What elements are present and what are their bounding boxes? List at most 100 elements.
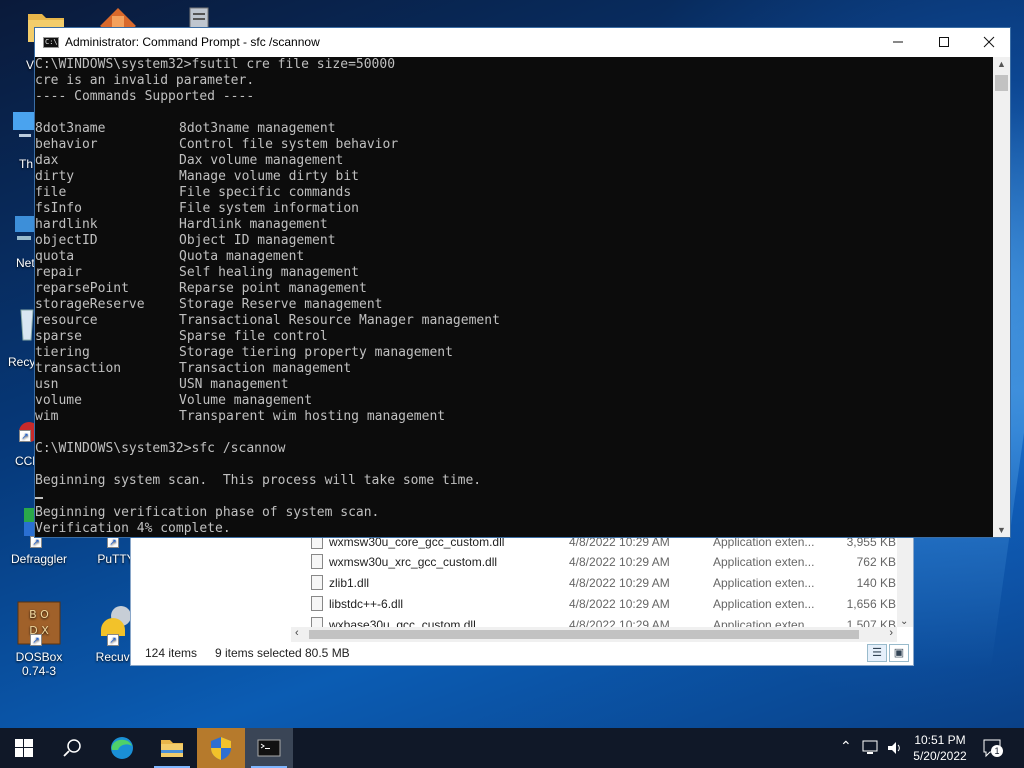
scroll-right-arrow-icon[interactable]: ›	[889, 627, 893, 639]
taskbar-edge[interactable]	[98, 728, 146, 768]
dll-file-icon	[311, 554, 323, 569]
file-row[interactable]: wxmsw30u_xrc_gcc_custom.dll 4/8/2022 10:…	[131, 551, 896, 572]
details-view-button[interactable]: ☰	[867, 644, 887, 662]
taskbar: ⌃ 10:51 PM 5/20/2022 1	[0, 728, 1024, 768]
file-date: 4/8/2022 10:29 AM	[569, 576, 670, 590]
command-name: volume	[35, 393, 82, 408]
file-name: zlib1.dll	[329, 576, 370, 590]
clock-time: 10:51 PM	[914, 733, 966, 747]
network-icon[interactable]	[862, 740, 880, 756]
command-desc: Transactional Resource Manager managemen…	[179, 313, 500, 328]
file-row[interactable]: zlib1.dll 4/8/2022 10:29 AM Application …	[131, 572, 896, 593]
window-titlebar[interactable]: C:\ Administrator: Command Prompt - sfc …	[35, 28, 1010, 57]
file-row[interactable]: wxbase30u_gcc_custom.dll 4/8/2022 10:29 …	[131, 614, 896, 627]
command-desc: USN management	[179, 377, 289, 392]
scroll-up-arrow-icon[interactable]: ▲	[993, 59, 1010, 69]
shortcut-arrow-icon: ↗	[19, 430, 31, 442]
command-row: transaction Transaction management	[35, 361, 351, 377]
horizontal-scroll-thumb[interactable]	[309, 630, 859, 639]
command-name: repair	[35, 265, 82, 280]
command-name: hardlink	[35, 217, 98, 232]
command-name: tiering	[35, 345, 90, 360]
maximize-icon	[939, 37, 949, 47]
command-row: objectID Object ID management	[35, 233, 336, 249]
console-icon: C:\	[43, 37, 59, 48]
desktop-label-dosbox: DOSBox 0.74-3	[15, 650, 63, 678]
volume-icon[interactable]	[886, 740, 904, 756]
close-icon	[983, 36, 995, 48]
system-tray: ⌃	[836, 728, 906, 768]
command-row: tiering Storage tiering property manageme…	[35, 345, 453, 361]
taskbar-command-prompt[interactable]	[245, 728, 293, 768]
explorer-status-bar: 124 items 9 items selected 80.5 MB	[131, 641, 913, 665]
windows-logo-icon	[15, 739, 33, 757]
dll-file-icon	[311, 575, 323, 590]
command-row: repair Self healing management	[35, 265, 359, 281]
scroll-left-arrow-icon[interactable]: ‹	[295, 627, 299, 639]
command-name: resource	[35, 313, 98, 328]
command-prompt-window[interactable]: C:\ Administrator: Command Prompt - sfc …	[34, 27, 1011, 538]
command-name: quota	[35, 249, 75, 264]
selection-size: 80.5 MB	[305, 646, 350, 660]
taskbar-clock[interactable]: 10:51 PM 5/20/2022	[908, 732, 972, 764]
start-button[interactable]	[0, 728, 48, 768]
file-size: 140 KB	[856, 576, 896, 590]
desktop-label-partial-5[interactable]: CCl	[15, 454, 35, 468]
minimize-icon	[893, 41, 903, 43]
command-desc: File system information	[179, 201, 360, 216]
file-row[interactable]: libstdc++-6.dll 4/8/2022 10:29 AM Applic…	[131, 593, 896, 614]
file-name: wxbase30u_gcc_custom.dll	[329, 618, 476, 627]
console-icon	[257, 739, 281, 757]
window-title: Administrator: Command Prompt - sfc /sca…	[65, 35, 320, 49]
console-scroll-thumb[interactable]	[995, 75, 1008, 91]
command-desc: Transaction management	[179, 361, 352, 376]
notification-badge: 1	[991, 745, 1003, 757]
command-name: usn	[35, 377, 59, 392]
command-name: file	[35, 185, 67, 200]
svg-text:B O: B O	[29, 608, 49, 621]
console-output[interactable]: C:\WINDOWS\system32>fsutil cre file size…	[35, 57, 993, 537]
taskbar-security-app[interactable]	[197, 728, 245, 768]
scroll-down-arrow-icon[interactable]: ⌄	[900, 616, 908, 627]
console-line: Beginning verification phase of system s…	[35, 505, 380, 520]
file-size: 1,656 KB	[846, 597, 896, 611]
taskbar-file-explorer[interactable]	[148, 728, 196, 768]
maximize-button[interactable]	[921, 28, 967, 57]
command-row: hardlink Hardlink management	[35, 217, 328, 233]
command-name: reparsePoint	[35, 281, 129, 296]
command-row: reparsePoint Reparse point management	[35, 281, 367, 297]
command-name: objectID	[35, 233, 98, 248]
clock-date: 5/20/2022	[913, 749, 967, 763]
desktop-label-partial-3[interactable]: Net	[16, 256, 35, 270]
file-explorer-window[interactable]: wxmsw30u_core_gcc_custom.dll 4/8/2022 10…	[130, 530, 914, 666]
command-name: fsInfo	[35, 201, 82, 216]
dll-file-icon	[311, 617, 323, 627]
console-line: cre is an invalid parameter.	[35, 73, 255, 88]
desktop-label-partial-4[interactable]: Recy	[8, 355, 35, 369]
explorer-vertical-scrollbar[interactable]: ⌄	[897, 531, 913, 627]
file-size: 1,507 KB	[846, 618, 896, 627]
explorer-horizontal-scrollbar[interactable]: ‹ ›	[291, 627, 897, 642]
command-desc: Quota management	[179, 249, 305, 264]
command-row: fsInfo File system information	[35, 201, 359, 217]
scroll-down-arrow-icon[interactable]: ▼	[993, 525, 1010, 535]
minimize-button[interactable]	[875, 28, 921, 57]
search-button[interactable]	[48, 728, 96, 768]
command-desc: 8dot3name management	[179, 121, 336, 136]
console-progress-line: Verification 4% complete.	[35, 521, 231, 536]
notification-center-button[interactable]: 1	[982, 738, 1004, 758]
chevron-up-icon[interactable]: ⌃	[840, 738, 852, 755]
command-desc: Self healing management	[179, 265, 360, 280]
console-scrollbar[interactable]: ▲ ▼	[993, 57, 1010, 537]
desktop-label-partial-2[interactable]: Th	[19, 157, 33, 171]
close-button[interactable]	[966, 28, 1012, 57]
command-row: dax Dax volume management	[35, 153, 343, 169]
command-desc: Volume management	[179, 393, 313, 408]
large-icons-view-button[interactable]: ▣	[889, 644, 909, 662]
command-row: behavior Control file system behavior	[35, 137, 398, 153]
command-row: wim Transparent wim hosting management	[35, 409, 445, 425]
desktop-icon-dosbox[interactable]: B OD X ↗ DOSBox 0.74-3	[1, 600, 77, 678]
command-row: dirty Manage volume dirty bit	[35, 169, 359, 185]
file-date: 4/8/2022 10:29 AM	[569, 597, 670, 611]
command-name: transaction	[35, 361, 122, 376]
